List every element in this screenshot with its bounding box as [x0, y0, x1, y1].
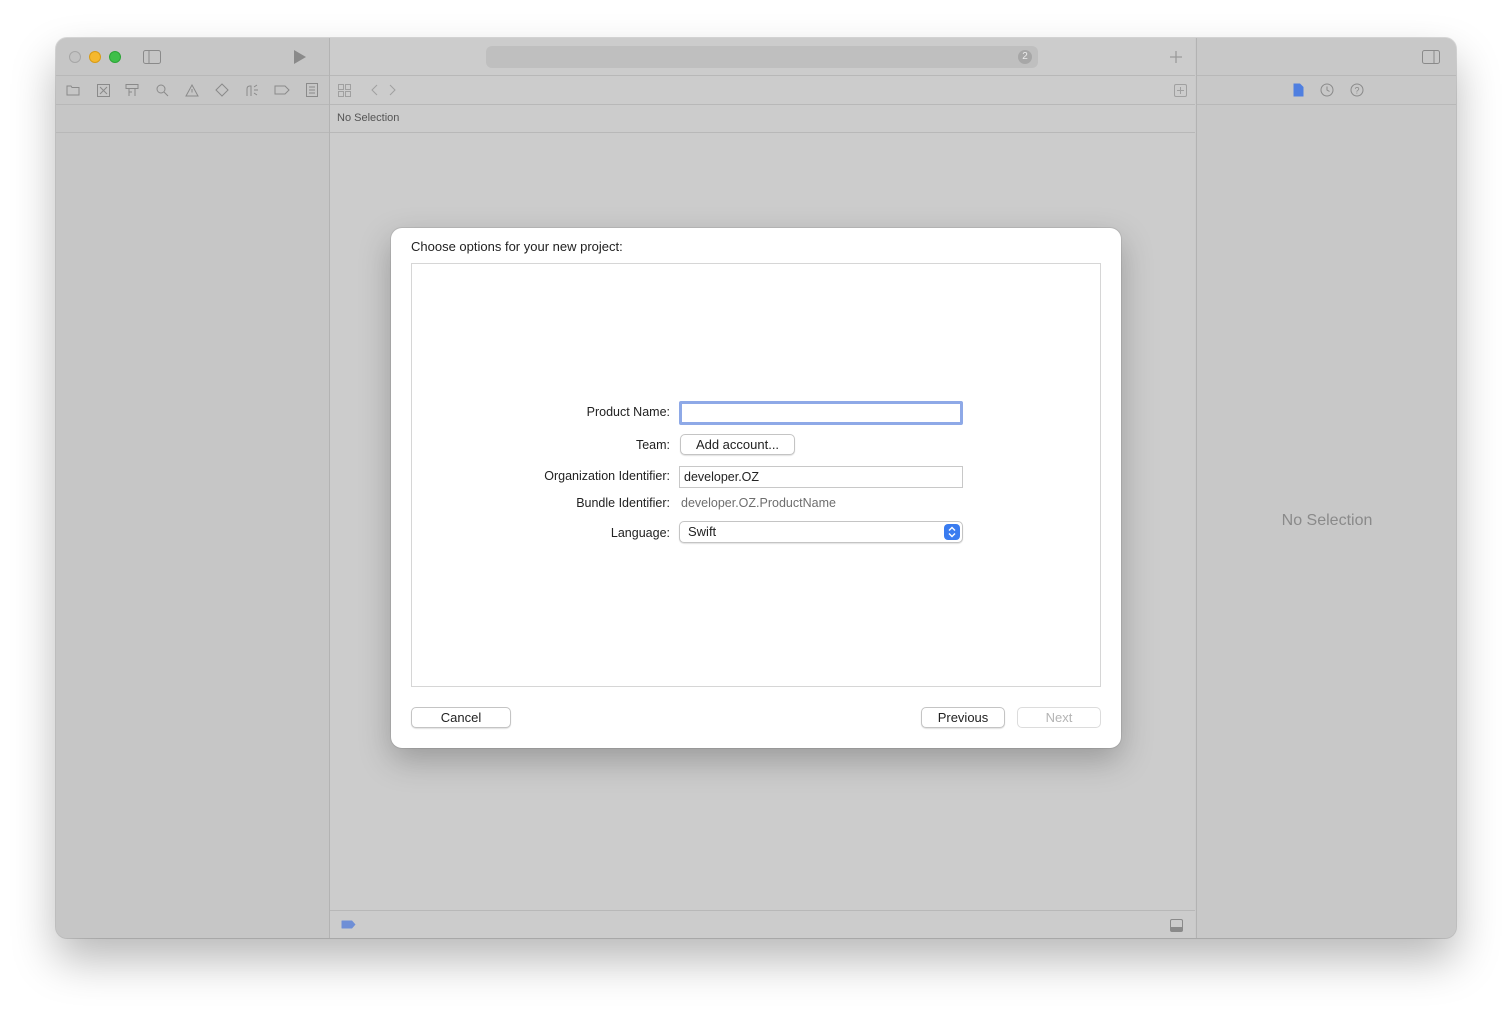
bundle-identifier-value: developer.OZ.ProductName — [681, 496, 836, 510]
inspector-empty-label: No Selection — [1281, 512, 1373, 529]
inspector-selector-bar: ? — [1197, 76, 1456, 105]
breakpoint-icon[interactable] — [273, 82, 290, 98]
chevron-right-icon[interactable] — [385, 82, 399, 98]
team-label: Team: — [635, 438, 670, 452]
zoom-window-button[interactable] — [109, 51, 121, 63]
language-label: Language: — [610, 526, 670, 540]
debug-gauge-icon[interactable] — [244, 82, 260, 98]
run-icon[interactable] — [290, 47, 310, 67]
help-icon[interactable]: ? — [1349, 82, 1365, 98]
activity-viewer[interactable]: 2 — [486, 46, 1038, 68]
toggle-debug-area-icon[interactable] — [1168, 917, 1184, 933]
minimize-window-button[interactable] — [89, 51, 101, 63]
project-options-sheet: Choose options for your new project: Pro… — [391, 228, 1121, 748]
breakpoints-toggle-icon[interactable] — [340, 917, 356, 931]
svg-text:?: ? — [1354, 86, 1359, 96]
chevron-left-icon[interactable] — [367, 82, 381, 98]
source-control-icon[interactable] — [95, 82, 111, 98]
history-icon[interactable] — [1319, 82, 1335, 98]
window-toolbar-right — [1197, 38, 1456, 76]
organization-identifier-label: Organization Identifier: — [544, 469, 670, 483]
debug-bar — [330, 910, 1195, 938]
window-toolbar-left — [56, 38, 329, 76]
folder-icon[interactable] — [65, 82, 81, 98]
next-button[interactable]: Next — [1017, 707, 1101, 728]
product-name-field[interactable] — [679, 401, 963, 425]
report-icon[interactable] — [304, 82, 320, 98]
search-icon[interactable] — [154, 82, 170, 98]
jump-bar-label: No Selection — [337, 112, 400, 124]
window-toolbar-center: 2 — [330, 38, 1195, 76]
inspector-pane: ? No Selection — [1196, 38, 1456, 938]
chevron-up-down-icon — [944, 524, 960, 540]
toggle-navigator-icon[interactable] — [142, 47, 162, 67]
editor-tab-bar — [330, 76, 1195, 105]
file-inspector-icon[interactable] — [1290, 82, 1306, 98]
cancel-button[interactable]: Cancel — [411, 707, 511, 728]
jump-bar: No Selection — [330, 105, 1195, 133]
hierarchy-icon[interactable] — [124, 82, 140, 98]
issue-count-badge[interactable]: 2 — [1018, 50, 1032, 64]
product-name-label: Product Name: — [586, 405, 670, 419]
related-items-grid-icon[interactable] — [336, 82, 352, 98]
add-icon[interactable] — [1166, 47, 1186, 67]
previous-button[interactable]: Previous — [921, 707, 1005, 728]
close-window-button[interactable] — [69, 51, 81, 63]
navigator-selector-bar — [56, 76, 329, 105]
test-diamond-icon[interactable] — [214, 82, 230, 98]
language-selected-value: Swift — [688, 524, 717, 539]
add-editor-icon[interactable] — [1172, 82, 1188, 98]
bundle-identifier-label: Bundle Identifier: — [576, 496, 670, 510]
sheet-title: Choose options for your new project: — [411, 239, 623, 254]
options-form-box: Product Name: Team: Add account... Organ… — [411, 263, 1101, 687]
navigator-pane — [56, 38, 330, 938]
toggle-inspector-icon[interactable] — [1421, 47, 1441, 67]
add-account-button[interactable]: Add account... — [680, 434, 795, 455]
warning-icon[interactable] — [184, 82, 200, 98]
language-popup[interactable]: Swift — [679, 521, 963, 543]
organization-identifier-field[interactable] — [679, 466, 963, 488]
navigator-filter-row — [56, 105, 329, 133]
